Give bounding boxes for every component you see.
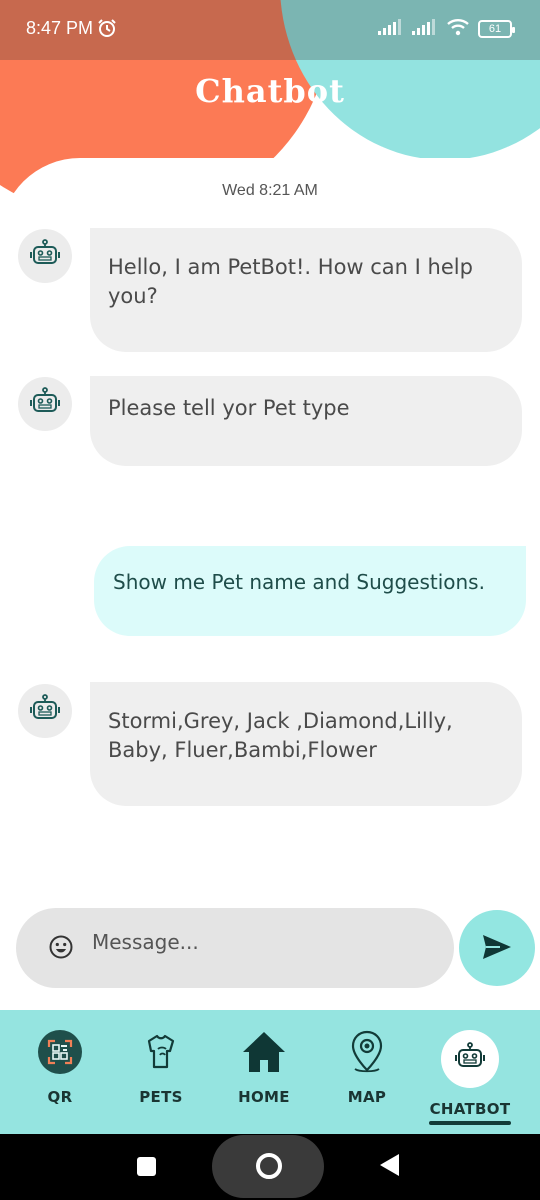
system-home-button[interactable] [256,1153,282,1179]
status-time: 8:47 PM [26,18,94,38]
status-bar: 8:47 PM 61 [0,0,540,60]
nav-item-chatbot[interactable]: CHATBOT [425,1030,515,1125]
signal-icon [378,19,404,39]
message-text: Stormi,Grey, Jack ,Diamond,Lilly, Baby, … [108,709,453,762]
chat-timestamp: Wed 8:21 AM [222,182,318,199]
bot-message: Hello, I am PetBot!. How can I help you? [90,228,522,352]
send-button[interactable] [459,910,535,986]
back-button[interactable] [380,1154,399,1176]
alarm-icon [97,18,117,42]
robot-icon [29,387,61,421]
active-indicator [441,1030,499,1088]
bot-avatar [18,229,72,283]
robot-icon [29,239,61,273]
nav-label: MAP [347,1088,387,1106]
nav-item-map[interactable]: MAP [322,1028,412,1106]
home-icon [241,1030,287,1078]
bot-avatar [18,684,72,738]
nav-label: CHATBOT [429,1100,511,1118]
bot-message: Stormi,Grey, Jack ,Diamond,Lilly, Baby, … [90,682,522,806]
nav-item-pets[interactable]: PETS [116,1028,206,1106]
bot-avatar [18,377,72,431]
message-text: Hello, I am PetBot!. How can I help you? [108,255,473,308]
message-text: Show me Pet name and Suggestions. [113,570,485,594]
emoji-icon[interactable] [48,934,74,964]
nav-label: PETS [139,1088,183,1106]
battery-icon: 61 [478,20,515,38]
user-message: Show me Pet name and Suggestions. [94,546,526,636]
pet-shirt-icon [140,1031,182,1077]
robot-icon [454,1042,486,1076]
nav-label: HOME [238,1088,290,1106]
nav-item-qr[interactable]: QR [15,1028,105,1106]
bottom-navigation: QR PETS HOME MAP CHATBOT [0,1010,540,1134]
nav-label: QR [47,1088,73,1106]
message-composer [16,908,454,988]
send-icon [481,933,513,964]
map-pin-icon [347,1029,387,1079]
robot-icon [29,694,61,728]
signal-icon [412,19,438,39]
wifi-icon [446,18,470,40]
qr-code-icon [38,1030,82,1078]
recents-button[interactable] [137,1157,156,1176]
message-input[interactable] [92,926,432,958]
active-underline [429,1121,511,1125]
bot-message: Please tell yor Pet type [90,376,522,466]
nav-item-home[interactable]: HOME [219,1028,309,1106]
message-text: Please tell yor Pet type [108,396,350,420]
page-title: Chatbot [195,72,345,110]
